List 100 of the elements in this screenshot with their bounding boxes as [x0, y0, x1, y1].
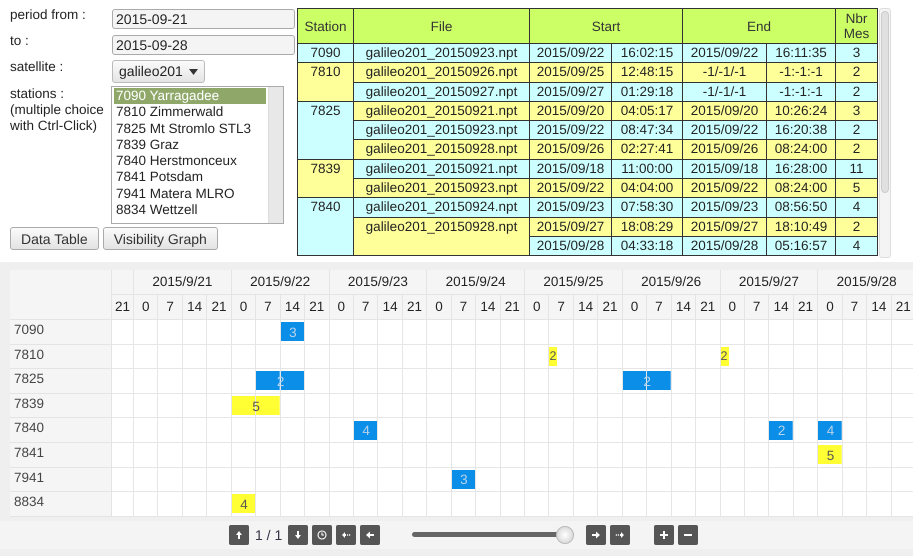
hour-header: 0: [622, 295, 648, 320]
hour-header: 0: [330, 295, 354, 320]
bar-label: 4: [239, 496, 249, 514]
table-cell: galileo201_20150923.npt: [354, 120, 530, 140]
jump-forward-button[interactable]: [610, 525, 630, 545]
bar-label: 2: [720, 348, 728, 366]
hour-header: 21: [794, 295, 818, 320]
station-option[interactable]: 8834 Wettzell: [114, 202, 266, 218]
table-cell: 10:26:24: [766, 101, 836, 121]
hour-header: 14: [378, 295, 403, 320]
station-option[interactable]: 7840 Herstmonceux: [114, 153, 266, 170]
hour-header: 21: [696, 295, 720, 320]
hint-text: (multiple choice with Ctrl-Click): [10, 102, 105, 134]
bar-label: 4: [826, 422, 836, 440]
plus-icon: [659, 530, 670, 540]
table-cell: 2015/09/27: [530, 82, 612, 102]
column-header: Nbr Mes: [836, 8, 878, 44]
caret-icon: [188, 68, 198, 74]
table-cell: 2015/09/27: [682, 217, 767, 236]
table-cell: 2015/09/22: [530, 120, 612, 140]
table-cell: -1:-1:-1: [766, 82, 836, 102]
date-input[interactable]: 2015-09-28: [112, 35, 295, 55]
hour-header: 21: [305, 295, 330, 320]
table-cell: galileo201_20150927.npt: [354, 82, 530, 102]
station-label: 8834: [10, 492, 112, 517]
arrow-right-icon: [591, 530, 602, 540]
table-cell: 3: [836, 44, 878, 63]
table-cell: 11:00:00: [612, 159, 683, 179]
time-slider[interactable]: [412, 525, 574, 545]
form-button[interactable]: Data Table: [10, 227, 99, 250]
table-cell: 2: [836, 217, 878, 236]
hour-header: 21: [892, 295, 913, 320]
table-cell: 05:16:57: [766, 236, 836, 256]
hour-header: 14: [574, 295, 598, 320]
table-cell: 08:47:34: [612, 120, 683, 140]
jump-back-button[interactable]: [336, 525, 356, 545]
table-cell: 2015/09/26: [530, 140, 612, 160]
station-option[interactable]: 7941 Matera MLRO: [114, 186, 266, 202]
scrollbar[interactable]: [268, 87, 283, 223]
station-label: 7941: [10, 468, 112, 492]
table-cell: 2015/09/27: [530, 217, 612, 236]
table-cell: 2015/09/25: [530, 62, 612, 82]
date-header: 2015/9/27: [720, 270, 818, 295]
hour-header: 7: [452, 295, 476, 320]
station-listbox[interactable]: 7090 Yarragadee 7810 Zimmerwald 7825 Mt Stromlo STL3 7839 Graz 7840 Herstmonceux 7841 Potsdam 7941 Matera MLRO 8834 Wettzell: [111, 86, 284, 224]
table-cell: galileo201_20150928.npt: [354, 217, 530, 256]
hour-header: 14: [280, 295, 306, 320]
station-option[interactable]: 7841 Potsdam: [114, 169, 266, 186]
table-cell: 18:10:49: [766, 217, 836, 236]
scrollbar[interactable]: [879, 8, 891, 258]
table-cell: 4: [836, 236, 878, 256]
previous-page-button[interactable]: [229, 525, 249, 545]
table-cell: 2: [836, 82, 878, 102]
field-label: stations :: [10, 86, 66, 102]
column-header: File: [354, 8, 530, 44]
zoom-in-button[interactable]: [654, 525, 674, 545]
station-option[interactable]: 7839 Graz: [114, 136, 266, 154]
slider-thumb[interactable]: [556, 526, 574, 544]
table-cell: 7825: [298, 101, 354, 160]
table-cell: 2015/09/20: [682, 101, 767, 121]
table-cell: 16:28:00: [766, 159, 836, 179]
table-cell: 2: [836, 62, 878, 82]
next-page-button[interactable]: [288, 525, 308, 545]
back-button[interactable]: [360, 525, 380, 545]
date-header: 2015/9/22: [232, 270, 330, 295]
time-button[interactable]: [312, 525, 332, 545]
satellite-dropdown[interactable]: galileo201: [112, 60, 205, 83]
arrow-down-icon: [293, 530, 304, 540]
forward-button[interactable]: [586, 525, 606, 545]
bar-label: 2: [776, 422, 786, 440]
hour-header: 7: [647, 295, 672, 320]
clock-icon: [317, 530, 328, 540]
table-cell: 2: [836, 120, 878, 140]
hour-header: 7: [354, 295, 378, 320]
zoom-out-button[interactable]: [678, 525, 698, 545]
table-cell: 16:11:35: [766, 44, 836, 63]
hour-header: 21: [207, 295, 232, 320]
table-cell: 2015/09/18: [682, 159, 767, 179]
hour-header: 14: [769, 295, 794, 320]
station-label: 7839: [10, 394, 112, 418]
table-cell: 04:05:17: [612, 101, 683, 121]
date-input[interactable]: 2015-09-21: [112, 9, 295, 29]
station-option[interactable]: 7825 Mt Stromlo STL3: [114, 120, 266, 137]
hour-header: 0: [134, 295, 158, 320]
form-button[interactable]: Visibility Graph: [102, 227, 218, 250]
field-label: period from :: [10, 6, 87, 23]
bar-label: 2: [549, 348, 556, 366]
table-cell: 2015/09/23: [530, 198, 612, 218]
station-label: 7810: [10, 344, 112, 370]
hour-header: 21: [598, 295, 623, 320]
station-option[interactable]: 7810 Zimmerwald: [114, 104, 266, 121]
page-indicator: 1 / 1: [255, 526, 282, 544]
station-label: 7840: [10, 418, 112, 443]
table-cell: 2015/09/18: [530, 159, 612, 179]
date-header: 2015/9/25: [525, 270, 623, 295]
table-cell: 2015/09/22: [530, 44, 612, 63]
date-header: 2015/9/23: [330, 270, 428, 295]
arrow-up-icon: [234, 530, 244, 540]
table-cell: 3: [836, 101, 878, 121]
table-cell: galileo201_20150923.npt: [354, 178, 530, 198]
